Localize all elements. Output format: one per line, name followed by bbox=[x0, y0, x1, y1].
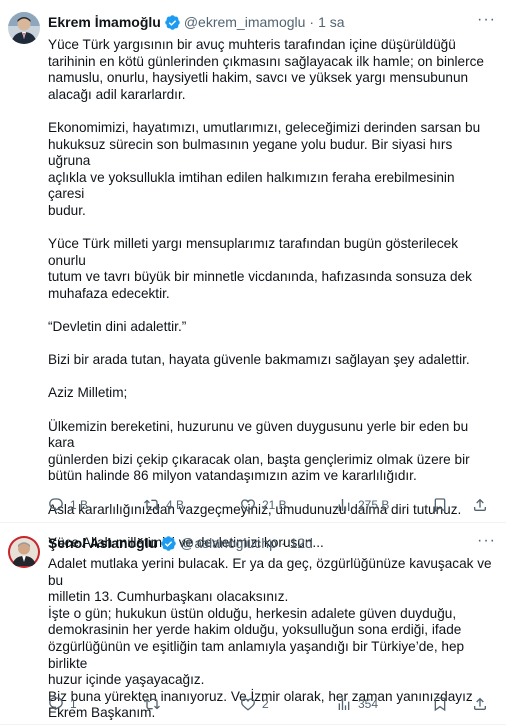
timestamp[interactable]: 1 sa bbox=[318, 14, 344, 30]
share-button[interactable] bbox=[472, 497, 488, 513]
text-line: Adalet mutlaka yerini bulacak. Er ya da … bbox=[48, 556, 492, 588]
retweet-button[interactable]: 4 B bbox=[144, 497, 184, 513]
text-line: Ülkemizin bereketini, huzurunu ve güven … bbox=[48, 418, 469, 451]
tweet-paragraph: Ülkemizin bereketini, huzurunu ve güven … bbox=[48, 419, 494, 485]
share-button[interactable] bbox=[472, 696, 488, 712]
author-handle[interactable]: @aslanogluchp bbox=[180, 535, 277, 551]
text-line: günlerden bizi çekip çıkaracak olan, baş… bbox=[48, 451, 470, 467]
text-line: Yüce Türk milleti yargı mensuplarımız ta… bbox=[48, 236, 459, 268]
action-bar: 1 B 4 B 21 B 275 B bbox=[48, 497, 488, 515]
tweet-paragraph: “Devletin dini adalettir.” bbox=[48, 319, 494, 336]
avatar[interactable] bbox=[8, 536, 40, 568]
separator-dot: · bbox=[280, 535, 286, 551]
text-line: Ekonomimizi, hayatımızı, umutlarımızı, g… bbox=[48, 119, 481, 135]
tweet-paragraph: Aziz Milletim; bbox=[48, 385, 494, 402]
views-icon bbox=[338, 698, 350, 710]
tweet-paragraph: Yüce Türk milleti yargı mensuplarımız ta… bbox=[48, 236, 494, 302]
action-bar: 1 2 354 bbox=[48, 696, 488, 714]
text-line: Bizi bir arada tutan, hayata güvenle bak… bbox=[48, 352, 470, 368]
text-line: huzur içinde yaşayacağız. bbox=[48, 672, 205, 688]
more-options-icon[interactable]: ··· bbox=[477, 533, 496, 549]
reply-icon bbox=[49, 697, 63, 711]
text-line: hukuksuz sürecin son bulmasının yegane y… bbox=[48, 136, 453, 169]
bookmark-button[interactable] bbox=[432, 696, 448, 712]
like-count: 21 B bbox=[262, 498, 287, 512]
tweet-paragraph: Yüce Türk yargısının bir avuç muhteris t… bbox=[48, 37, 494, 103]
text-line: İşte o gün; hukukun üstün olduğu, herkes… bbox=[48, 605, 457, 621]
author-name[interactable]: Ekrem İmamoğlu bbox=[48, 14, 161, 30]
text-line: milletin 13. Cumhurbaşkanı olacaksınız. bbox=[48, 589, 289, 605]
text-line: budur. bbox=[48, 202, 86, 218]
reply-count: 1 bbox=[70, 697, 77, 711]
like-button[interactable]: 2 bbox=[240, 696, 269, 712]
share-icon bbox=[474, 697, 486, 710]
text-line: muhafaza edecektir. bbox=[48, 285, 170, 301]
text-line: özgürlüğünün ve eşitliğin tam anlamıyla … bbox=[48, 638, 465, 671]
bookmark-button[interactable] bbox=[432, 497, 448, 513]
views-count: 354 bbox=[358, 697, 379, 711]
text-line: “Devletin dini adalettir.” bbox=[48, 319, 187, 335]
tweet-header: Ekrem İmamoğlu @ekrem_imamoglu · 1 sa ··… bbox=[48, 12, 496, 32]
author-handle[interactable]: @ekrem_imamoglu bbox=[184, 14, 306, 30]
text-line: namuslu, onurlu, haysiyetli hakim, savcı… bbox=[48, 70, 469, 86]
reply-button[interactable]: 1 bbox=[48, 696, 77, 712]
text-line: açlıkla ve yoksullukla imtihan edilen ha… bbox=[48, 169, 455, 202]
tweet-header: Şenol Aslanoğlu @aslanogluchp · 12d ··· bbox=[48, 533, 496, 553]
views-icon bbox=[338, 499, 350, 511]
text-line: bütün halinde 86 milyon vatandaşımızın a… bbox=[48, 468, 417, 484]
verified-badge-icon bbox=[160, 535, 177, 552]
more-options-icon[interactable]: ··· bbox=[477, 12, 496, 28]
views-button[interactable]: 354 bbox=[336, 696, 378, 712]
tweet-paragraph: Bizi bir arada tutan, hayata güvenle bak… bbox=[48, 352, 494, 369]
bookmark-icon bbox=[434, 498, 446, 513]
reply-icon bbox=[49, 498, 63, 512]
like-button[interactable]: 21 B bbox=[240, 497, 287, 513]
retweet-icon bbox=[144, 499, 160, 511]
text-line: Yüce Türk yargısının bir avuç muhteris t… bbox=[48, 37, 456, 52]
timestamp[interactable]: 12d bbox=[290, 535, 313, 551]
heart-icon bbox=[241, 698, 255, 711]
views-button[interactable]: 275 B bbox=[336, 497, 389, 513]
text-line: tarihinin en kötü günlerinden çıkmasını … bbox=[48, 53, 484, 69]
text-line: alacağı adil kararlardır. bbox=[48, 86, 186, 102]
retweet-button[interactable] bbox=[144, 696, 166, 712]
retweet-count: 4 B bbox=[166, 498, 185, 512]
author-name[interactable]: Şenol Aslanoğlu bbox=[48, 535, 157, 551]
separator-dot: · bbox=[309, 14, 315, 30]
tweet-text: Yüce Türk yargısının bir avuç muhteris t… bbox=[48, 37, 494, 568]
reply-button[interactable]: 1 B bbox=[48, 497, 88, 513]
tweet[interactable]: Ekrem İmamoğlu @ekrem_imamoglu · 1 sa ··… bbox=[0, 0, 506, 550]
views-count: 275 B bbox=[358, 498, 390, 512]
reply-count: 1 B bbox=[70, 498, 89, 512]
avatar[interactable] bbox=[8, 12, 40, 44]
heart-icon bbox=[241, 499, 255, 512]
tweet[interactable]: Şenol Aslanoğlu @aslanogluchp · 12d ··· … bbox=[0, 523, 506, 725]
bookmark-icon bbox=[434, 697, 446, 712]
retweet-icon bbox=[144, 698, 160, 710]
text-line: Aziz Milletim; bbox=[48, 385, 128, 401]
tweet-paragraph: Ekonomimizi, hayatımızı, umutlarımızı, g… bbox=[48, 120, 494, 220]
share-icon bbox=[474, 498, 486, 511]
like-count: 2 bbox=[262, 697, 269, 711]
verified-badge-icon bbox=[164, 14, 181, 31]
text-line: tutum ve tavrı büyük bir minnetle vicdan… bbox=[48, 269, 472, 285]
text-line: demokrasinin her yerde hakim olduğu, yok… bbox=[48, 622, 462, 638]
